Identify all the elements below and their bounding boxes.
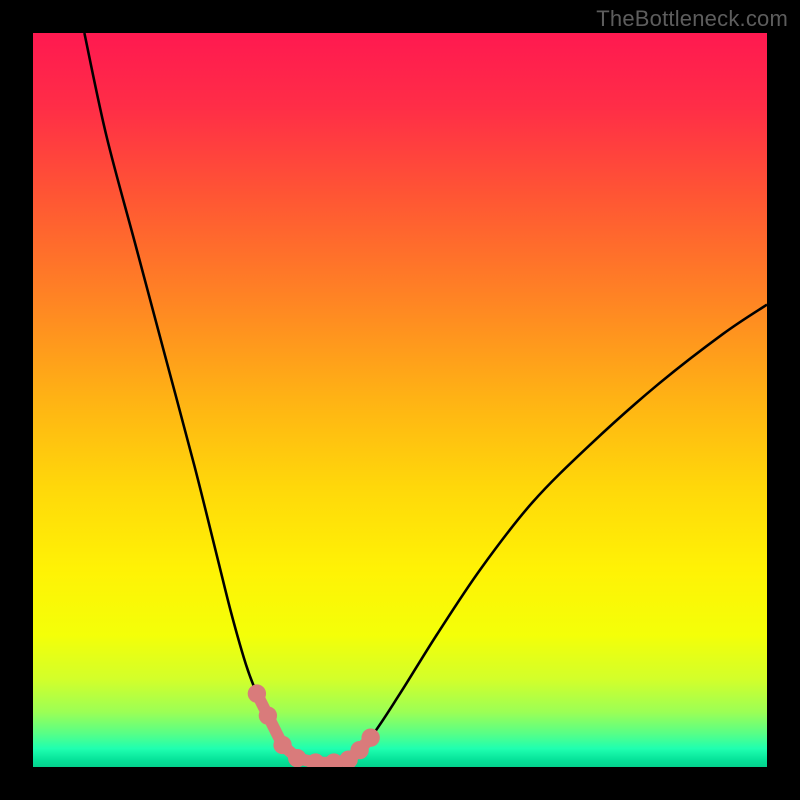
watermark-text: TheBottleneck.com — [596, 6, 788, 32]
curve-left — [84, 33, 315, 763]
marker-dot — [273, 736, 291, 754]
marker-dot — [248, 684, 266, 702]
curve-right — [349, 305, 767, 760]
chart-plot-area — [33, 33, 767, 767]
marker-dot — [259, 706, 277, 724]
marker-dot — [361, 728, 379, 746]
marker-dot — [288, 749, 306, 767]
chart-curves-layer — [33, 33, 767, 767]
